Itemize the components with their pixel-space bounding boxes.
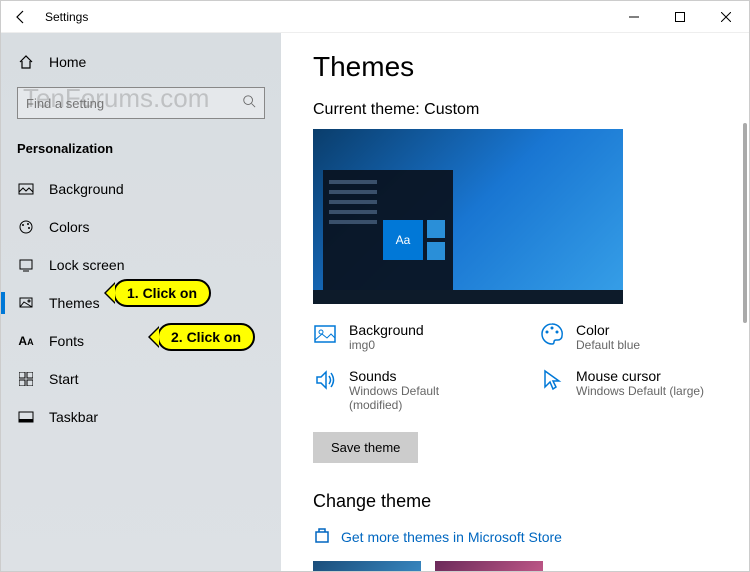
change-theme-heading: Change theme bbox=[313, 491, 717, 512]
window-controls bbox=[611, 1, 749, 33]
watermark: TenForums.com bbox=[23, 83, 209, 114]
maximize-button[interactable] bbox=[657, 1, 703, 33]
theme-thumbnail[interactable] bbox=[313, 561, 421, 571]
theme-thumbnails bbox=[313, 561, 717, 571]
store-link[interactable]: Get more themes in Microsoft Store bbox=[313, 526, 717, 547]
setting-background[interactable]: Background img0 bbox=[313, 322, 490, 352]
taskbar-icon bbox=[17, 408, 35, 426]
sound-icon bbox=[313, 368, 337, 392]
sidebar-item-label: Background bbox=[49, 181, 124, 197]
themes-icon bbox=[17, 294, 35, 312]
sidebar-item-label: Fonts bbox=[49, 333, 84, 349]
search-icon bbox=[242, 94, 256, 113]
minimize-button[interactable] bbox=[611, 1, 657, 33]
section-label: Personalization bbox=[1, 135, 281, 170]
setting-label: Mouse cursor bbox=[576, 368, 704, 384]
lockscreen-icon bbox=[17, 256, 35, 274]
store-link-label: Get more themes in Microsoft Store bbox=[341, 529, 562, 545]
home-icon bbox=[17, 53, 35, 71]
back-button[interactable] bbox=[9, 5, 33, 29]
setting-mouse[interactable]: Mouse cursor Windows Default (large) bbox=[540, 368, 717, 398]
sidebar-item-taskbar[interactable]: Taskbar bbox=[1, 398, 281, 436]
theme-preview[interactable]: Aa bbox=[313, 129, 623, 304]
home-label: Home bbox=[49, 54, 86, 70]
scrollbar[interactable] bbox=[743, 123, 747, 323]
setting-value: img0 bbox=[349, 338, 424, 352]
sidebar-item-colors[interactable]: Colors bbox=[1, 208, 281, 246]
sidebar-item-start[interactable]: Start bbox=[1, 360, 281, 398]
picture-icon bbox=[313, 322, 337, 346]
sidebar-item-label: Lock screen bbox=[49, 257, 124, 273]
setting-value: Windows Default (large) bbox=[576, 384, 704, 398]
preview-tile-small bbox=[427, 242, 445, 260]
sidebar-item-label: Themes bbox=[49, 295, 100, 311]
setting-label: Background bbox=[349, 322, 424, 338]
sidebar-item-label: Colors bbox=[49, 219, 89, 235]
callout-1: 1. Click on bbox=[113, 279, 211, 307]
setting-label: Sounds bbox=[349, 368, 490, 384]
palette-icon bbox=[17, 218, 35, 236]
current-theme-label: Current theme: Custom bbox=[313, 101, 717, 119]
cursor-icon bbox=[540, 368, 564, 392]
setting-sounds[interactable]: Sounds Windows Default (modified) bbox=[313, 368, 490, 412]
close-button[interactable] bbox=[703, 1, 749, 33]
sidebar-item-label: Taskbar bbox=[49, 409, 98, 425]
setting-label: Color bbox=[576, 322, 640, 338]
theme-thumbnail[interactable] bbox=[435, 561, 543, 571]
setting-color[interactable]: Color Default blue bbox=[540, 322, 717, 352]
store-icon bbox=[313, 526, 331, 547]
callout-2: 2. Click on bbox=[157, 323, 255, 351]
home-link[interactable]: Home bbox=[1, 45, 281, 79]
sidebar-item-label: Start bbox=[49, 371, 79, 387]
page-title: Themes bbox=[313, 51, 717, 83]
setting-value: Windows Default (modified) bbox=[349, 384, 490, 412]
sidebar-item-background[interactable]: Background bbox=[1, 170, 281, 208]
fonts-icon: AA bbox=[17, 332, 35, 350]
title-bar: Settings bbox=[1, 1, 749, 33]
window-title: Settings bbox=[45, 10, 88, 24]
picture-icon bbox=[17, 180, 35, 198]
start-icon bbox=[17, 370, 35, 388]
sidebar: TenForums.com Home Personalization Backg… bbox=[1, 33, 281, 571]
setting-value: Default blue bbox=[576, 338, 640, 352]
preview-tile-small bbox=[427, 220, 445, 238]
preview-tile: Aa bbox=[383, 220, 423, 260]
content-area: Themes Current theme: Custom Aa bbox=[281, 33, 749, 571]
save-theme-button[interactable]: Save theme bbox=[313, 432, 418, 463]
palette-icon bbox=[540, 322, 564, 346]
